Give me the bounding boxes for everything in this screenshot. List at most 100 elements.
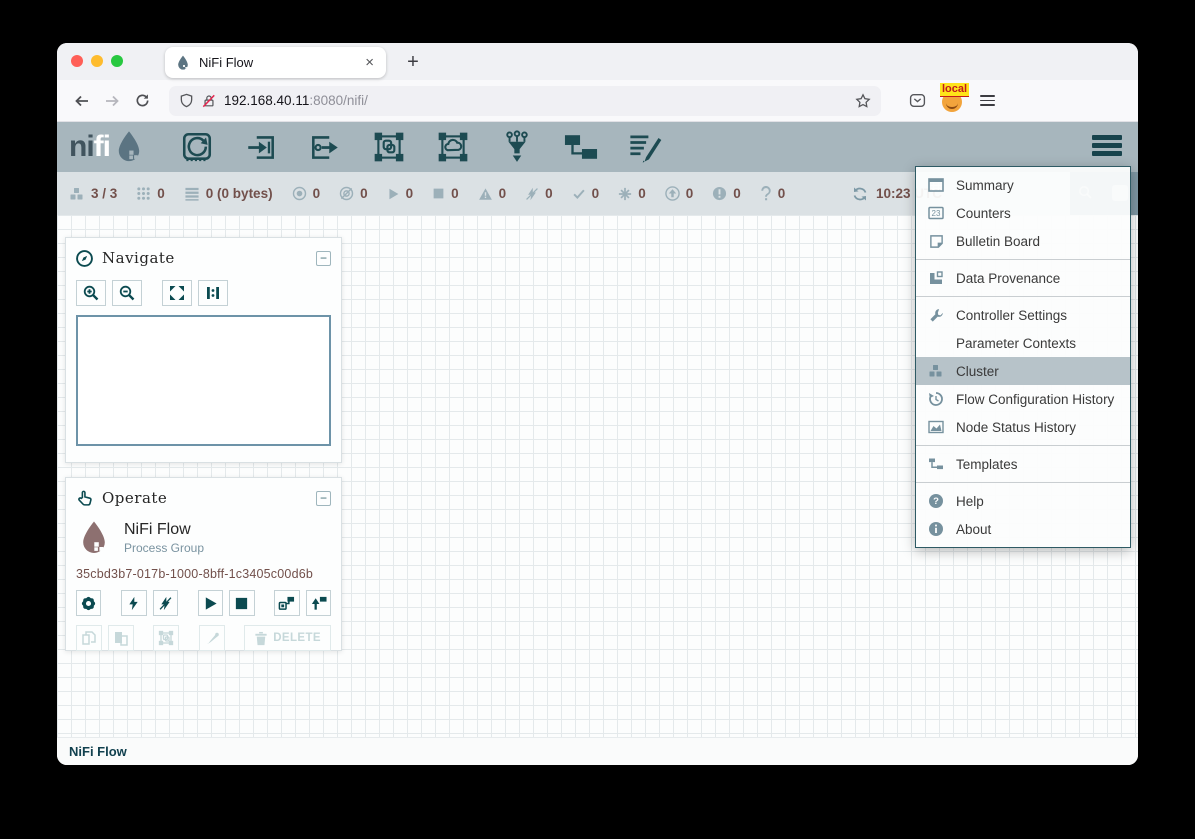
not-transmitting-stat: 0 (339, 186, 368, 201)
menu-label: Summary (956, 178, 1014, 193)
zoom-actual-size-button[interactable] (198, 280, 228, 306)
menu-item-node-status-history[interactable]: Node Status History (916, 413, 1130, 441)
bookmark-star-icon[interactable] (855, 93, 871, 109)
invalid-icon (478, 187, 493, 201)
menu-item-bulletin-board[interactable]: Bulletin Board (916, 227, 1130, 255)
history-icon (916, 391, 956, 407)
trash-icon (254, 631, 268, 646)
nifi-header: nifi (57, 122, 1138, 172)
new-tab-button[interactable]: + (398, 48, 428, 76)
reload-icon[interactable] (127, 86, 157, 116)
running-count: 0 (406, 186, 414, 201)
zoom-out-button[interactable] (112, 280, 142, 306)
change-color-button[interactable] (199, 625, 225, 651)
close-window-button[interactable] (71, 55, 83, 67)
wrench-icon (916, 308, 956, 323)
paste-button[interactable] (108, 625, 134, 651)
delete-button[interactable]: DELETE (244, 625, 331, 651)
menu-item-parameter-contexts[interactable]: Parameter Contexts (916, 329, 1130, 357)
menu-item-summary[interactable]: Summary (916, 171, 1130, 199)
processor-draggable-icon[interactable] (178, 128, 216, 166)
funnel-draggable-icon[interactable] (498, 128, 536, 166)
template-draggable-icon[interactable] (562, 128, 600, 166)
invalid-count: 0 (499, 186, 507, 201)
zoom-window-button[interactable] (111, 55, 123, 67)
menu-item-controller-settings[interactable]: Controller Settings (916, 301, 1130, 329)
refresh-icon[interactable] (852, 186, 868, 202)
global-menu-icon[interactable] (1092, 135, 1122, 156)
menu-divider (916, 445, 1130, 446)
pocket-icon[interactable] (909, 92, 926, 109)
navigate-header: Navigate − (76, 246, 331, 270)
transmitting-icon (292, 186, 307, 201)
locally-modified-icon (618, 187, 632, 201)
back-icon[interactable] (67, 86, 97, 116)
stale-icon (665, 186, 680, 201)
menu-item-counters[interactable]: 23 Counters (916, 199, 1130, 227)
stale-count: 0 (686, 186, 694, 201)
svg-text:23: 23 (932, 209, 941, 218)
navigate-toolbar (76, 280, 331, 306)
transmitting-count: 0 (313, 186, 321, 201)
threads-icon (136, 186, 151, 201)
collapse-navigate-icon[interactable]: − (316, 251, 331, 266)
start-button[interactable] (198, 590, 223, 616)
navigate-title: Navigate (102, 249, 307, 267)
url-host: 192.168.40.11 (224, 93, 309, 108)
sync-failure-icon (760, 186, 772, 201)
browser-tab[interactable]: NiFi Flow × (165, 47, 386, 78)
forward-icon[interactable] (97, 86, 127, 116)
group-button[interactable] (153, 625, 179, 651)
collapse-operate-icon[interactable]: − (316, 491, 331, 506)
firefox-menu-icon[interactable] (980, 95, 995, 106)
configure-button[interactable] (76, 590, 101, 616)
input-port-draggable-icon[interactable] (242, 128, 280, 166)
output-port-draggable-icon[interactable] (306, 128, 344, 166)
stale-stat: 0 (665, 186, 694, 201)
menu-item-help[interactable]: ? Help (916, 487, 1130, 515)
sync-failure-stat: 0 (760, 186, 786, 201)
menu-item-cluster[interactable]: Cluster (916, 357, 1130, 385)
flow-name: NiFi Flow (124, 521, 204, 539)
insecure-lock-icon[interactable] (202, 94, 216, 108)
operate-buttons-row-1 (76, 590, 331, 616)
birdseye-minimap[interactable] (76, 315, 331, 446)
copy-button[interactable] (76, 625, 102, 651)
delete-label: DELETE (273, 632, 321, 644)
create-template-button[interactable] (274, 590, 299, 616)
locally-modified-stat: 0 (618, 186, 646, 201)
label-draggable-icon[interactable] (626, 128, 664, 166)
url-bar[interactable]: 192.168.40.11:8080/nifi/ (169, 86, 881, 116)
running-icon (387, 187, 400, 201)
process-group-draggable-icon[interactable] (370, 128, 408, 166)
browser-window: NiFi Flow × + (57, 43, 1138, 765)
locally-modified-stale-stat: 0 (712, 186, 741, 201)
menu-item-data-provenance[interactable]: Data Provenance (916, 264, 1130, 292)
logo-fi: fi (94, 130, 110, 164)
profile-avatar[interactable]: local (942, 90, 964, 112)
cluster-count: 3 / 3 (91, 186, 117, 201)
tab-close-icon[interactable]: × (363, 54, 376, 71)
menu-label: Templates (956, 457, 1018, 472)
minimize-window-button[interactable] (91, 55, 103, 67)
provenance-icon (916, 270, 956, 286)
cluster-icon (69, 186, 85, 202)
nifi-logo: nifi (69, 130, 146, 164)
zoom-fit-button[interactable] (162, 280, 192, 306)
enable-button[interactable] (121, 590, 146, 616)
remote-process-group-draggable-icon[interactable] (434, 128, 472, 166)
breadcrumb[interactable]: NiFi Flow (69, 744, 127, 759)
stop-button[interactable] (229, 590, 254, 616)
disable-button[interactable] (153, 590, 178, 616)
zoom-in-button[interactable] (76, 280, 106, 306)
menu-item-templates[interactable]: Templates (916, 450, 1130, 478)
upload-template-button[interactable] (306, 590, 331, 616)
tracking-shield-icon[interactable] (179, 93, 194, 108)
stopped-stat: 0 (432, 186, 459, 201)
template-icon (916, 456, 956, 472)
menu-item-flow-configuration-history[interactable]: Flow Configuration History (916, 385, 1130, 413)
menu-item-about[interactable]: About (916, 515, 1130, 543)
disabled-count: 0 (545, 186, 553, 201)
process-group-drop-icon (76, 518, 112, 558)
menu-label: Bulletin Board (956, 234, 1040, 249)
